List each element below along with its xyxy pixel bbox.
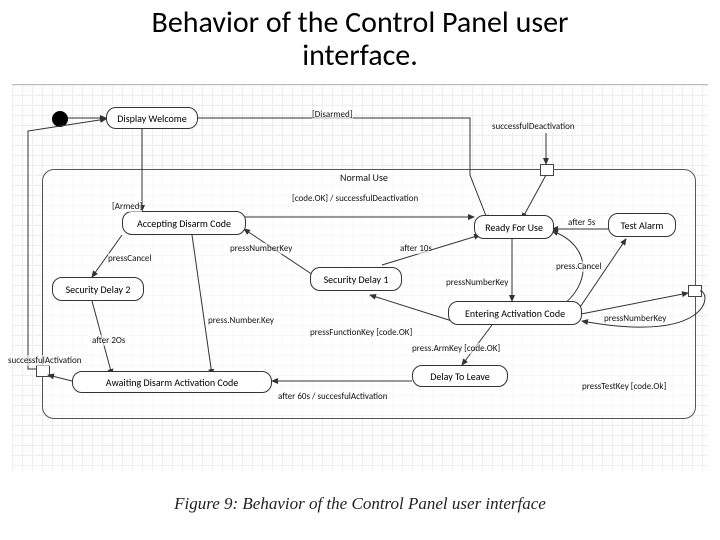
figure-caption: Figure 9: Behavior of the Control Panel …: [0, 494, 720, 514]
state-entering-activation-code: Entering Activation Code: [448, 301, 582, 325]
state-display-welcome: Display Welcome: [106, 107, 198, 129]
state-test-alarm: Test Alarm: [608, 213, 676, 237]
edge-armed: [Armed]: [112, 201, 142, 212]
edge-press-number-key-3: pressNumberKey: [446, 277, 508, 288]
edge-press-number-key-4: pressNumberKey: [604, 313, 666, 324]
frame-label: Normal Use: [340, 171, 388, 184]
edge-codeok-deactivation: [code.OK] / successfulDeactivation: [292, 193, 418, 204]
state-ready-for-use: Ready For Use: [474, 215, 554, 239]
edge-disarmed: [Disarmed]: [312, 109, 353, 120]
edge-press-number-key-1: pressNumberKey: [230, 243, 292, 254]
edge-press-cancel-left: pressCancel: [108, 253, 151, 264]
state-delay-to-leave: Delay To Leave: [412, 365, 508, 387]
edge-after-60s: after 60s / succesfulActivation: [278, 391, 388, 402]
state-diagram: Display Welcome Accepting Disarm Code Se…: [12, 84, 708, 471]
title-line-1: Behavior of the Control Panel user: [152, 4, 569, 41]
edge-press-number-key-2: press.Number.Key: [208, 315, 274, 326]
edge-after-5s: after 5s: [568, 217, 595, 228]
edge-press-cancel-right: press.Cancel: [556, 261, 602, 272]
page-root: Behavior of the Control Panel user inter…: [0, 0, 720, 540]
edge-press-arm-key: press.ArmKey [code.OK]: [412, 343, 500, 354]
edge-press-test-key: pressTestKey [code.Ok]: [582, 381, 666, 392]
edge-press-function-key: pressFunctionKey [code.OK]: [310, 327, 412, 338]
state-security-delay-2: Security Delay 2: [52, 277, 144, 301]
page-title: Behavior of the Control Panel user inter…: [0, 6, 720, 72]
edge-successful-deactivation-top: successfulDeactivation: [492, 121, 575, 132]
state-awaiting-disarm-activation: Awaiting Disarm Activation Code: [72, 371, 272, 393]
edge-after-20s: after 2Os: [92, 335, 125, 346]
state-security-delay-1: Security Delay 1: [310, 267, 402, 291]
edge-after-10s: after 10s: [400, 243, 432, 254]
edge-successful-activation: successfulActivation: [8, 355, 82, 366]
title-line-2: interface.: [302, 37, 418, 74]
state-accepting-disarm-code: Accepting Disarm Code: [122, 211, 246, 235]
